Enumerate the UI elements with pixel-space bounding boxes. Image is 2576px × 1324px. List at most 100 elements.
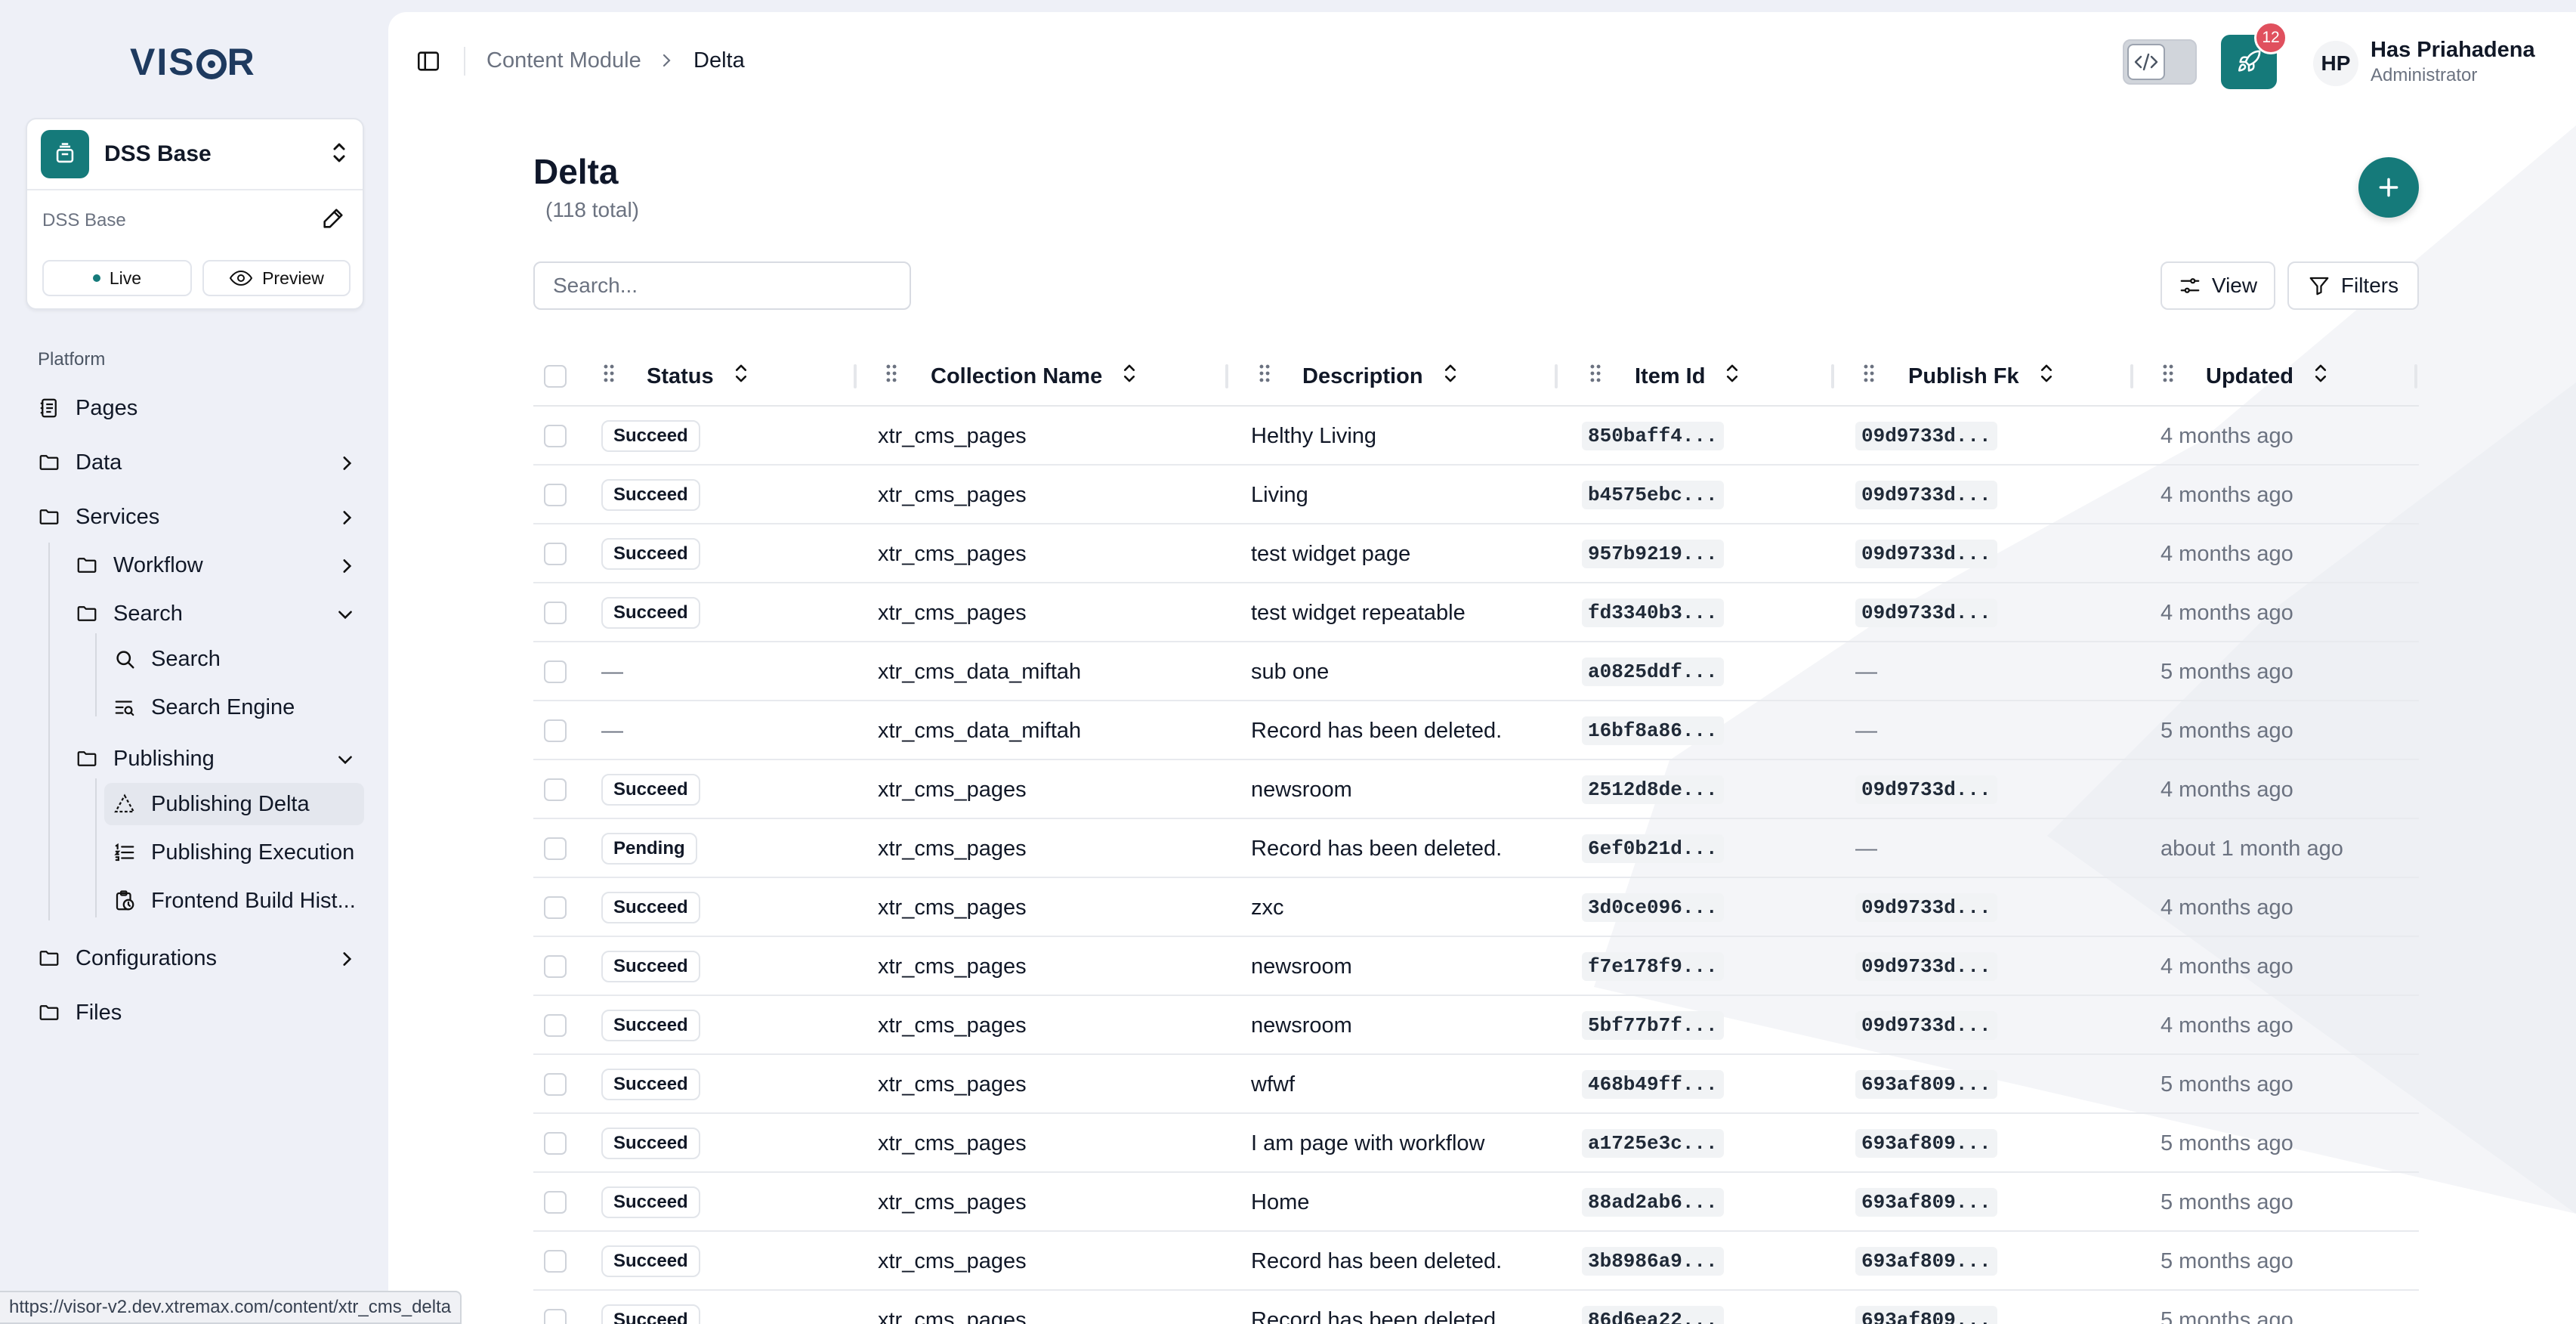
- preview-button[interactable]: Preview: [202, 260, 351, 296]
- sidebar-item-frontend-build[interactable]: Frontend Build Hist...: [113, 880, 356, 922]
- drag-handle-icon[interactable]: [1588, 363, 1603, 389]
- visor-logo[interactable]: VIS R: [130, 38, 256, 86]
- row-checkbox[interactable]: [544, 760, 567, 819]
- table-row[interactable]: Succeed xtr_cms_pages newsroom f7e178f9... 0…: [533, 937, 2419, 996]
- sidebar-item-search-engine[interactable]: Search Engine: [113, 686, 295, 729]
- column-status[interactable]: Status: [601, 346, 749, 407]
- row-checkbox[interactable]: [544, 1173, 567, 1232]
- row-checkbox[interactable]: [544, 819, 567, 878]
- table-row[interactable]: Succeed xtr_cms_pages wfwf 468b49ff... 693af…: [533, 1055, 2419, 1114]
- row-checkbox[interactable]: [544, 1232, 567, 1291]
- column-updated[interactable]: Updated: [2161, 346, 2328, 407]
- filters-button[interactable]: Filters: [2287, 261, 2419, 310]
- table-row[interactable]: Succeed xtr_cms_pages I am page with workf…: [533, 1114, 2419, 1173]
- column-resizer[interactable]: [2414, 364, 2417, 388]
- status-badge: Pending: [601, 833, 697, 865]
- column-resizer[interactable]: [854, 364, 857, 388]
- row-checkbox[interactable]: [544, 1114, 567, 1173]
- table-row[interactable]: Succeed xtr_cms_pages test widget page 957b…: [533, 524, 2419, 583]
- column-resizer[interactable]: [1555, 364, 1558, 388]
- row-checkbox[interactable]: [544, 524, 567, 583]
- drag-handle-icon[interactable]: [884, 363, 899, 389]
- table-row[interactable]: — xtr_cms_data_miftah sub one a0825ddf... — 5…: [533, 642, 2419, 701]
- filters-label: Filters: [2340, 274, 2399, 297]
- row-checkbox[interactable]: [544, 642, 567, 701]
- table-row[interactable]: Succeed xtr_cms_pages zxc 3d0ce096... 09d973…: [533, 878, 2419, 937]
- status-cell: —: [601, 642, 623, 701]
- column-item-id[interactable]: Item Id: [1588, 346, 1740, 407]
- updated-cell: about 1 month ago: [2161, 819, 2343, 878]
- table-row[interactable]: — xtr_cms_data_miftah Record has been dele…: [533, 701, 2419, 760]
- sort-icon[interactable]: [2039, 363, 2054, 389]
- sidebar-item-label: Data: [76, 450, 122, 475]
- row-checkbox[interactable]: [544, 996, 567, 1055]
- sort-icon[interactable]: [1725, 363, 1740, 389]
- drag-handle-icon[interactable]: [1861, 363, 1876, 389]
- sidebar-item-publishing-execution[interactable]: Publishing Execution: [113, 831, 354, 874]
- table-row[interactable]: Succeed xtr_cms_pages newsroom 5bf77b7f... 0…: [533, 996, 2419, 1055]
- avatar[interactable]: HP: [2313, 41, 2358, 86]
- sidebar-item-services[interactable]: Services: [38, 496, 159, 538]
- logo-text-right: R: [227, 41, 256, 83]
- row-checkbox[interactable]: [544, 407, 567, 466]
- sidebar-item-data[interactable]: Data: [38, 441, 122, 484]
- row-checkbox[interactable]: [544, 466, 567, 524]
- search-input[interactable]: [533, 261, 911, 310]
- drag-handle-icon[interactable]: [2161, 363, 2176, 389]
- breadcrumb-parent[interactable]: Content Module: [486, 48, 641, 73]
- table-row[interactable]: Succeed xtr_cms_pages Living b4575ebc... 09d…: [533, 466, 2419, 524]
- sidebar-item-publishing-delta[interactable]: Publishing Delta: [104, 783, 364, 825]
- sort-icon[interactable]: [1443, 363, 1458, 389]
- column-resizer[interactable]: [1831, 364, 1834, 388]
- select-all-checkbox[interactable]: [544, 346, 567, 407]
- drag-handle-icon[interactable]: [601, 363, 616, 389]
- code-view-toggle[interactable]: [2123, 39, 2197, 85]
- column-label: Updated: [2206, 363, 2293, 388]
- row-checkbox[interactable]: [544, 937, 567, 996]
- site-switcher[interactable]: DSS Base: [27, 119, 363, 190]
- sidebar-item-publishing[interactable]: Publishing: [76, 738, 215, 780]
- row-checkbox[interactable]: [544, 1291, 567, 1324]
- drag-handle-icon[interactable]: [1257, 363, 1272, 389]
- sidebar-item-files[interactable]: Files: [38, 991, 122, 1034]
- table-row[interactable]: Succeed xtr_cms_pages Record has been dele…: [533, 1232, 2419, 1291]
- live-button[interactable]: Live: [42, 260, 192, 296]
- table-row[interactable]: Succeed xtr_cms_pages Helthy Living 850baff…: [533, 407, 2419, 466]
- sidebar-item-search[interactable]: Search: [113, 638, 221, 680]
- edit-pencil-icon[interactable]: [320, 206, 346, 235]
- sidebar-item-configurations[interactable]: Configurations: [38, 937, 217, 979]
- status-badge: Succeed: [601, 892, 700, 923]
- column-resizer[interactable]: [1225, 364, 1228, 388]
- status-cell: Succeed: [601, 1232, 700, 1291]
- sort-icon[interactable]: [1122, 363, 1137, 389]
- publish-fk: 693af809...: [1855, 1129, 1997, 1158]
- item-id-cell: a1725e3c...: [1582, 1114, 1724, 1173]
- row-checkbox[interactable]: [544, 701, 567, 760]
- row-checkbox[interactable]: [544, 878, 567, 937]
- row-checkbox[interactable]: [544, 1055, 567, 1114]
- table-row[interactable]: Pending xtr_cms_pages Record has been dele…: [533, 819, 2419, 878]
- column-collection-name[interactable]: Collection Name: [884, 346, 1137, 407]
- table-row[interactable]: Succeed xtr_cms_pages test widget repeatab…: [533, 583, 2419, 642]
- sidebar-item-search-group[interactable]: Search: [76, 592, 183, 635]
- table-row[interactable]: Succeed xtr_cms_pages newsroom 2512d8de... 0…: [533, 760, 2419, 819]
- view-button[interactable]: View: [2161, 261, 2275, 310]
- user-name[interactable]: Has Priahadena: [2371, 38, 2535, 63]
- table-row[interactable]: Succeed xtr_cms_pages Record has been dele…: [533, 1291, 2419, 1324]
- sidebar-item-workflow[interactable]: Workflow: [76, 544, 203, 586]
- delta-triangle-icon: [114, 793, 135, 813]
- column-publish-fk[interactable]: Publish Fk: [1861, 346, 2054, 407]
- sidebar-toggle-icon[interactable]: [415, 48, 441, 78]
- live-label: Live: [109, 268, 142, 288]
- collection-cell: xtr_cms_pages: [878, 1114, 1027, 1173]
- sort-icon[interactable]: [2313, 363, 2328, 389]
- status-badge: Succeed: [601, 1186, 700, 1218]
- add-item-button[interactable]: [2358, 157, 2419, 218]
- collection-cell: xtr_cms_pages: [878, 583, 1027, 642]
- row-checkbox[interactable]: [544, 583, 567, 642]
- column-description[interactable]: Description: [1257, 346, 1458, 407]
- sidebar-item-pages[interactable]: Pages: [38, 387, 137, 429]
- sort-icon[interactable]: [734, 363, 749, 389]
- table-row[interactable]: Succeed xtr_cms_pages Home 88ad2ab6... 693af…: [533, 1173, 2419, 1232]
- column-resizer[interactable]: [2130, 364, 2133, 388]
